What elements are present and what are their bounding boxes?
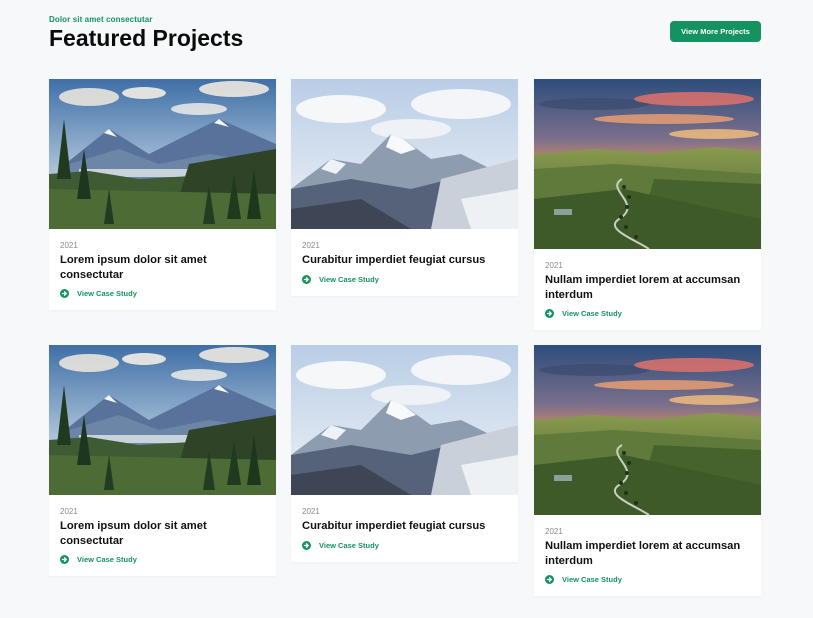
view-case-study-link[interactable]: View Case Study: [302, 540, 507, 550]
project-card[interactable]: 2021 Curabitur imperdiet feugiat cursus …: [291, 79, 518, 296]
arrow-right-circle-icon: [545, 575, 554, 584]
arrow-right-circle-icon: [302, 274, 311, 284]
section-header: Dolor sit amet consectutar Featured Proj…: [49, 15, 243, 52]
project-image-sunset-hills: [534, 345, 761, 515]
view-case-study-label: View Case Study: [562, 309, 622, 318]
project-image-snowy-mountain: [291, 345, 518, 495]
project-card[interactable]: 2021 Nullam imperdiet lorem at accumsan …: [534, 79, 761, 330]
arrow-right-circle-icon: [60, 555, 69, 564]
project-image-sunset-hills: [534, 79, 761, 249]
project-year: 2021: [302, 507, 320, 516]
view-case-study-label: View Case Study: [77, 289, 137, 298]
project-year: 2021: [302, 241, 320, 250]
project-year: 2021: [545, 261, 563, 270]
project-year: 2021: [60, 241, 78, 250]
project-card[interactable]: 2021 Nullam imperdiet lorem at accumsan …: [534, 345, 761, 596]
project-title: Lorem ipsum dolor sit amet consectutar: [60, 254, 207, 281]
view-case-study-label: View Case Study: [319, 274, 379, 284]
view-case-study-link[interactable]: View Case Study: [60, 555, 265, 564]
view-case-study-link[interactable]: View Case Study: [60, 289, 265, 298]
view-case-study-label: View Case Study: [562, 575, 622, 584]
arrow-right-circle-icon: [545, 309, 554, 318]
view-case-study-label: View Case Study: [77, 555, 137, 564]
project-card[interactable]: 2021 Lorem ipsum dolor sit amet consectu…: [49, 345, 276, 576]
project-image-alpine-valley: [49, 79, 276, 229]
view-case-study-link[interactable]: View Case Study: [545, 309, 750, 318]
project-year: 2021: [545, 527, 563, 536]
view-case-study-label: View Case Study: [319, 540, 379, 550]
project-image-snowy-mountain: [291, 79, 518, 229]
project-title: Nullam imperdiet lorem at accumsan inter…: [545, 274, 741, 301]
project-title: Lorem ipsum dolor sit amet consectutar: [60, 520, 207, 547]
project-image-alpine-valley: [49, 345, 276, 495]
page-title: Featured Projects: [49, 25, 244, 51]
arrow-right-circle-icon: [302, 540, 311, 550]
view-case-study-link[interactable]: View Case Study: [302, 274, 507, 284]
section-eyebrow: Dolor sit amet consectutar: [49, 15, 153, 24]
view-case-study-link[interactable]: View Case Study: [545, 575, 750, 584]
project-title: Nullam imperdiet lorem at accumsan inter…: [545, 540, 741, 567]
project-title: Curabitur imperdiet feugiat cursus: [302, 520, 486, 532]
project-title: Curabitur imperdiet feugiat cursus: [302, 254, 486, 266]
project-year: 2021: [60, 507, 78, 516]
view-more-projects-button[interactable]: View More Projects: [670, 21, 761, 42]
project-card[interactable]: 2021 Lorem ipsum dolor sit amet consectu…: [49, 79, 276, 310]
arrow-right-circle-icon: [60, 289, 69, 298]
project-card[interactable]: 2021 Curabitur imperdiet feugiat cursus …: [291, 345, 518, 562]
